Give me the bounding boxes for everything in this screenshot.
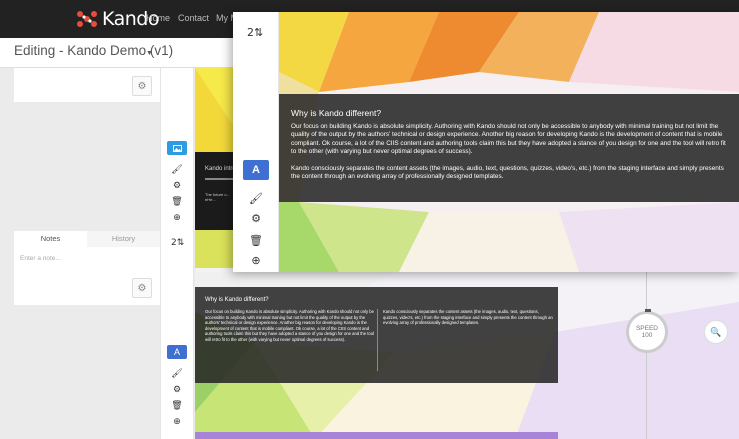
intro-slide-text: The future o... eHe... <box>205 192 230 202</box>
row-toolbar: 🖌 ⚙ 🗑 ⊕ 2⇅ A 🖌 ⚙ 🗑 ⊕ <box>160 68 194 439</box>
note-input[interactable]: Enter a note... <box>20 255 61 262</box>
gear-icon[interactable]: ⚙ <box>167 178 187 192</box>
next-slide-edge <box>195 432 558 439</box>
nav-contact-link[interactable]: Contact <box>178 13 209 23</box>
overlay-toolbar: 2⇅ A 🖌 ⚙ 🗑 ⊕ <box>233 12 279 272</box>
tab-notes[interactable]: Notes <box>14 231 87 247</box>
speed-handle[interactable] <box>645 309 651 312</box>
dragged-row-overlay[interactable]: 2⇅ A 🖌 ⚙ 🗑 ⊕ Why is Kando different? Our… <box>233 12 739 272</box>
kando-logo-icon <box>77 11 97 27</box>
lower-slide-column-1: Our focus on building Kando is absolute … <box>205 309 375 342</box>
speed-control[interactable]: SPEED 100 <box>626 309 668 353</box>
lower-slide-text-panel[interactable]: Why is Kando different? Our focus on bui… <box>195 287 558 383</box>
intro-slide-thumbnail: Kando intro The future o... eHe... <box>195 152 236 230</box>
row-counter: 2⇅ <box>171 238 184 248</box>
lower-slide-heading: Why is Kando different? <box>205 297 269 303</box>
plus-circle-icon[interactable]: ⊕ <box>167 414 187 428</box>
trash-icon[interactable]: 🗑 <box>167 398 187 412</box>
sort-icon[interactable]: ⇅ <box>177 238 185 248</box>
speed-value: 100 <box>641 332 653 339</box>
main-slide-paragraph-1: Our focus on building Kando is absolute … <box>291 123 726 156</box>
gear-icon[interactable]: ⚙ <box>243 208 269 228</box>
speed-track <box>646 270 647 439</box>
main-slide-text-panel[interactable]: Why is Kando different? Our focus on bui… <box>279 94 739 202</box>
text-format-button[interactable]: A <box>243 160 269 180</box>
lower-slide-column-2: Kando consciously separates the content … <box>383 309 553 326</box>
gear-icon[interactable]: ⚙ <box>167 382 187 396</box>
trash-icon[interactable]: 🗑 <box>243 230 269 250</box>
plus-circle-icon[interactable]: ⊕ <box>243 250 269 270</box>
tab-history[interactable]: History <box>87 231 160 247</box>
brush-icon[interactable]: 🖌 <box>167 162 187 176</box>
brush-icon[interactable]: 🖌 <box>243 188 269 208</box>
nav-home-link[interactable]: Home <box>146 13 170 23</box>
gear-icon[interactable]: ⚙ <box>132 278 152 298</box>
brush-icon[interactable]: 🖌 <box>167 366 187 380</box>
intro-slide-heading: Kando intro <box>205 166 236 172</box>
overlay-row-counter: 2⇅ <box>247 26 263 39</box>
notes-tabs: Notes History <box>14 231 160 247</box>
zoom-icon[interactable]: 🔍 <box>704 320 728 344</box>
main-slide-paragraph-2: Kando consciously separates the content … <box>291 165 724 181</box>
overlay-slide: Why is Kando different? Our focus on bui… <box>279 12 739 272</box>
trash-icon[interactable]: 🗑 <box>167 194 187 208</box>
overlay-row-counter-value: 2 <box>247 26 254 39</box>
speed-label: SPEED <box>635 324 659 332</box>
text-format-button[interactable]: A <box>167 345 187 359</box>
image-icon[interactable] <box>167 141 187 155</box>
notes-card[interactable]: Enter a note... ⚙ <box>14 247 160 305</box>
plus-circle-icon[interactable]: ⊕ <box>167 210 187 224</box>
left-sidebar: ⚙ Notes History Enter a note... ⚙ <box>0 68 160 439</box>
gear-icon[interactable]: ⚙ <box>132 76 152 96</box>
row-settings-card: ⚙ <box>14 68 160 102</box>
sort-icon[interactable]: ⇅ <box>254 26 263 39</box>
main-slide-heading: Why is Kando different? <box>291 108 382 118</box>
chevron-down-icon[interactable]: ▼ <box>146 50 153 57</box>
